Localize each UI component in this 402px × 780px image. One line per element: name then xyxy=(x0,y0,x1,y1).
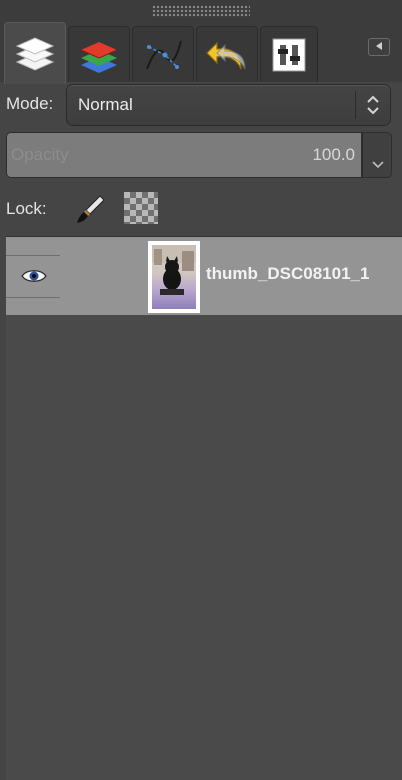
tab-layers[interactable] xyxy=(4,22,66,84)
dock-title-bar[interactable] xyxy=(0,0,402,22)
mode-value: Normal xyxy=(78,95,133,114)
layers-icon xyxy=(11,32,59,76)
channels-icon xyxy=(75,33,123,77)
drag-handle[interactable] xyxy=(152,5,250,17)
divider xyxy=(355,91,356,119)
mode-select[interactable]: Normal xyxy=(66,84,391,126)
opacity-value: 100.0 xyxy=(312,145,355,164)
opacity-slider[interactable]: Opacity 100.0 xyxy=(6,132,362,178)
undo-icon xyxy=(203,33,251,77)
thumbnail-image xyxy=(152,245,196,309)
chevron-down-icon xyxy=(371,157,385,175)
lock-label: Lock: xyxy=(6,199,47,218)
layer-thumbnail[interactable] xyxy=(148,241,200,313)
divider xyxy=(6,255,60,256)
tab-tool-options[interactable] xyxy=(260,26,318,82)
layer-name[interactable]: thumb_DSC08101_1 xyxy=(206,264,402,284)
paths-icon xyxy=(139,33,187,77)
opacity-label: Opacity xyxy=(11,145,69,164)
tab-channels[interactable] xyxy=(68,26,130,82)
divider xyxy=(6,297,60,298)
triangle-left-icon xyxy=(374,38,384,56)
mode-label: Mode: xyxy=(6,94,54,113)
tab-paths[interactable] xyxy=(132,26,194,82)
tab-undo-history[interactable] xyxy=(196,26,258,82)
eye-icon[interactable] xyxy=(20,267,48,290)
layer-list[interactable]: thumb_DSC08101_1 xyxy=(6,236,402,780)
lock-alpha-toggle[interactable] xyxy=(124,192,158,224)
opacity-stepper[interactable] xyxy=(362,132,392,178)
dock-tab-strip xyxy=(0,22,402,84)
chevron-up-down-icon xyxy=(363,93,383,122)
paintbrush-icon xyxy=(74,195,108,230)
layer-row[interactable]: thumb_DSC08101_1 xyxy=(6,237,402,315)
tool-options-icon xyxy=(269,35,309,75)
tab-menu-button[interactable] xyxy=(368,38,390,56)
lock-pixels-toggle[interactable] xyxy=(74,192,108,231)
